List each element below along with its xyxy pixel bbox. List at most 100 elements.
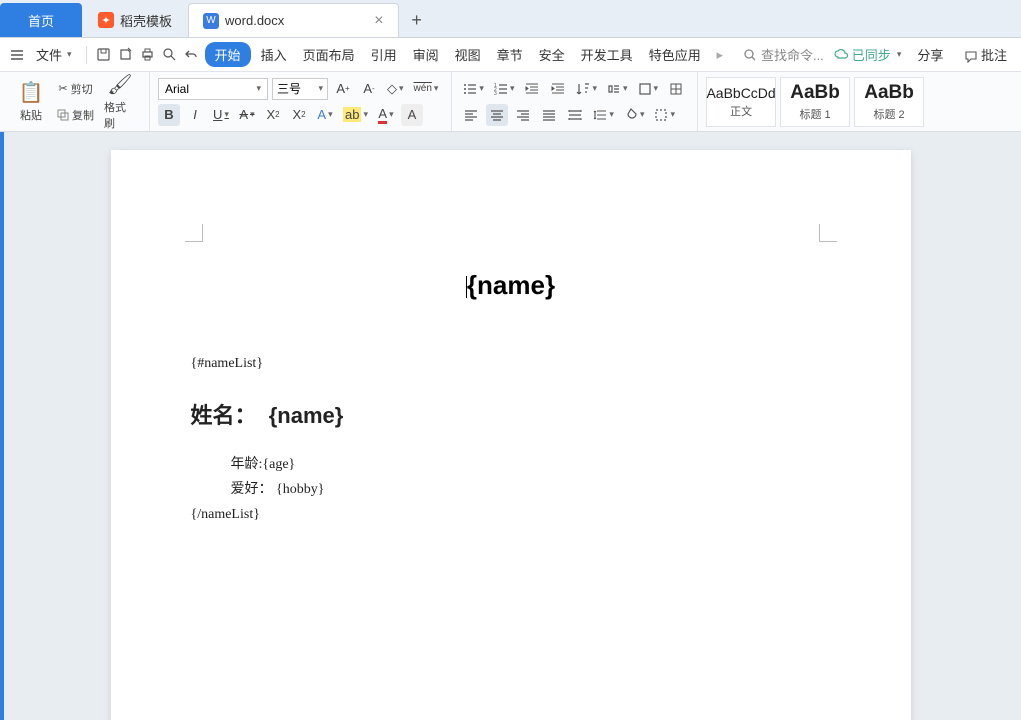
clear-format-button[interactable]: ◇▾ xyxy=(384,78,407,100)
number-list-button[interactable]: 123▾ xyxy=(491,78,518,100)
highlight-button[interactable]: ab▾ xyxy=(340,104,371,126)
menu-special[interactable]: 特色应用 xyxy=(643,42,707,67)
increase-indent-button[interactable] xyxy=(547,78,569,100)
sort-button[interactable]: ▾ xyxy=(573,78,600,100)
font-size-select[interactable]: 三号▾ xyxy=(272,78,328,100)
paste-button[interactable]: 📋 粘贴 xyxy=(12,78,50,126)
sync-status[interactable]: 已同步▾ xyxy=(834,45,902,64)
more-menu-icon[interactable]: ▸ xyxy=(711,46,729,64)
subscript-button[interactable]: X2 xyxy=(288,104,310,126)
tab-document[interactable]: W word.docx × xyxy=(188,3,399,37)
menu-review[interactable]: 审阅 xyxy=(407,42,445,67)
align-left-button[interactable] xyxy=(460,104,482,126)
menu-bar: 文件 ▾ 开始 插入 页面布局 引用 审阅 视图 章节 安全 开发工具 特色应用… xyxy=(0,38,1021,72)
menu-view[interactable]: 视图 xyxy=(449,42,487,67)
clipboard-icon: 📋 xyxy=(19,80,44,105)
menu-chapter[interactable]: 章节 xyxy=(491,42,529,67)
underline-button[interactable]: U▾ xyxy=(210,104,232,126)
menu-security[interactable]: 安全 xyxy=(533,42,571,67)
command-search[interactable]: 查找命令... xyxy=(743,45,824,64)
tab-home[interactable]: 首页 xyxy=(0,3,82,37)
cut-button[interactable]: ✂剪切 xyxy=(54,78,97,100)
border-button[interactable]: ▾ xyxy=(635,78,662,100)
align-right-button[interactable] xyxy=(512,104,534,126)
new-tab-button[interactable]: + xyxy=(401,3,433,37)
flame-icon: ✦ xyxy=(98,12,114,28)
annotate-button[interactable]: 批注 xyxy=(959,42,1013,67)
menu-start[interactable]: 开始 xyxy=(205,42,251,67)
tab-templates[interactable]: ✦ 稻壳模板 xyxy=(84,3,186,37)
window-tabbar: 首页 ✦ 稻壳模板 W word.docx × + xyxy=(0,0,1021,38)
paragraph-group: ▾ 123▾ ▾ ▾ ▾ ▾ ▾ ▾ xyxy=(454,72,698,131)
menu-dev-tools[interactable]: 开发工具 xyxy=(575,42,639,67)
tab-button[interactable]: ▾ xyxy=(604,78,631,100)
tab-document-label: word.docx xyxy=(225,13,284,28)
word-doc-icon: W xyxy=(203,13,219,29)
borders-button[interactable]: ▾ xyxy=(651,104,678,126)
document-canvas[interactable]: {name} {#nameList} 姓名： {name} 年龄:{age} 爱… xyxy=(0,132,1021,720)
brush-icon: 🖌 xyxy=(107,72,132,97)
char-shading-button[interactable]: A xyxy=(401,104,423,126)
age-line: 年龄:{age} xyxy=(231,452,831,477)
style-body[interactable]: AaBbCcDd 正文 xyxy=(706,77,776,127)
font-family-select[interactable]: Arial▾ xyxy=(158,78,268,100)
search-icon xyxy=(743,48,757,62)
svg-text:3: 3 xyxy=(494,91,497,96)
strikethrough-button[interactable]: A▾ xyxy=(236,104,258,126)
styles-group: AaBbCcDd 正文 AaBb 标题 1 AaBb 标题 2 xyxy=(700,72,930,131)
ribbon-toolbar: 📋 粘贴 ✂剪切 复制 🖌 格式刷 xyxy=(0,72,1021,132)
align-justify-button[interactable] xyxy=(538,104,560,126)
line-spacing-button[interactable]: ▾ xyxy=(590,104,617,126)
app-window: 首页 ✦ 稻壳模板 W word.docx × + 文件 ▾ 开始 插入 页面布… xyxy=(0,0,1021,720)
chevron-down-icon: ▾ xyxy=(67,49,72,60)
doc-body[interactable]: {#nameList} 姓名： {name} 年龄:{age} 爱好： {hob… xyxy=(191,351,831,527)
command-search-placeholder: 查找命令... xyxy=(761,45,824,64)
hamburger-icon[interactable] xyxy=(8,46,26,64)
sync-status-label: 已同步 xyxy=(852,45,891,64)
bold-button[interactable]: B xyxy=(158,104,180,126)
tab-home-label: 首页 xyxy=(28,11,54,30)
undo-icon[interactable] xyxy=(183,46,201,64)
name-heading: 姓名： {name} xyxy=(191,396,831,436)
menu-page-layout[interactable]: 页面布局 xyxy=(297,42,361,67)
phonetic-guide-button[interactable]: wén▾ xyxy=(411,78,442,100)
format-painter-button[interactable]: 🖌 格式刷 xyxy=(101,78,139,126)
copy-button[interactable]: 复制 xyxy=(54,104,97,126)
menu-insert[interactable]: 插入 xyxy=(255,42,293,67)
text-effects-button[interactable]: A▾ xyxy=(314,104,336,126)
print-preview-icon[interactable] xyxy=(161,46,179,64)
cloud-sync-icon xyxy=(834,48,848,62)
align-center-button[interactable] xyxy=(486,104,508,126)
shrink-font-button[interactable]: A- xyxy=(358,78,380,100)
loop-close-tag: {/nameList} xyxy=(191,502,831,527)
tab-templates-label: 稻壳模板 xyxy=(120,11,172,30)
grow-font-button[interactable]: A+ xyxy=(332,78,354,100)
document-page[interactable]: {name} {#nameList} 姓名： {name} 年龄:{age} 爱… xyxy=(111,150,911,720)
superscript-button[interactable]: X2 xyxy=(262,104,284,126)
hobby-line: 爱好： {hobby} xyxy=(231,477,831,502)
style-heading1[interactable]: AaBb 标题 1 xyxy=(780,77,850,127)
file-menu-label: 文件 xyxy=(36,45,62,64)
shading-button[interactable]: ▾ xyxy=(621,104,648,126)
decrease-indent-button[interactable] xyxy=(521,78,543,100)
left-ruler-strip xyxy=(0,132,4,720)
share-button[interactable]: 分享 xyxy=(911,42,949,67)
save-as-icon[interactable] xyxy=(117,46,135,64)
clipboard-group: 📋 粘贴 ✂剪切 复制 🖌 格式刷 xyxy=(6,72,150,131)
margin-corner-tr xyxy=(819,224,837,242)
file-menu[interactable]: 文件 ▾ xyxy=(30,42,78,67)
insert-table-button[interactable] xyxy=(665,78,687,100)
print-icon[interactable] xyxy=(139,46,157,64)
menu-reference[interactable]: 引用 xyxy=(365,42,403,67)
italic-button[interactable]: I xyxy=(184,104,206,126)
doc-title[interactable]: {name} xyxy=(191,270,831,301)
loop-open-tag: {#nameList} xyxy=(191,351,831,376)
save-icon[interactable] xyxy=(95,46,113,64)
scissors-icon: ✂ xyxy=(58,82,67,95)
close-icon[interactable]: × xyxy=(374,12,383,30)
bullet-list-button[interactable]: ▾ xyxy=(460,78,487,100)
font-color-button[interactable]: A▾ xyxy=(375,104,397,126)
style-heading2[interactable]: AaBb 标题 2 xyxy=(854,77,924,127)
comment-icon xyxy=(965,51,977,63)
distribute-button[interactable] xyxy=(564,104,586,126)
